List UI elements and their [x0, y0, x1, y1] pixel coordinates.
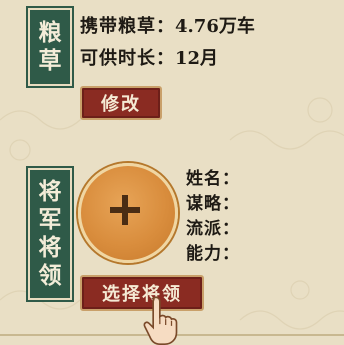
plus-icon[interactable] [108, 193, 142, 227]
general-label-char-3: 将 [38, 234, 62, 261]
general-label-char-2: 军 [38, 206, 62, 233]
carry-provisions-label: 携带粮草： [80, 16, 175, 37]
carry-provisions-row: 携带粮草：4.76万车 [80, 12, 255, 38]
provisions-label-char-2: 草 [38, 47, 62, 74]
general-label: 将 军 将 领 [26, 166, 74, 302]
general-label-char-4: 领 [38, 262, 62, 289]
modify-button[interactable]: 修改 [80, 86, 162, 120]
provisions-label: 粮 草 [26, 6, 74, 88]
supply-duration-row: 可供时长：12月 [80, 44, 218, 70]
supply-duration-label: 可供时长： [80, 48, 175, 69]
general-label-char-1: 将 [38, 178, 62, 205]
general-school-label: 流派： [186, 219, 240, 239]
pointing-hand-icon [143, 296, 178, 345]
general-name-label: 姓名： [186, 169, 240, 189]
general-strategy-label: 谋略： [186, 194, 240, 214]
general-ability-label: 能力： [186, 244, 240, 264]
provisions-label-char-1: 粮 [38, 19, 62, 46]
carry-provisions-value: 4.76万车 [175, 16, 255, 37]
supply-duration-value: 12月 [175, 48, 219, 69]
